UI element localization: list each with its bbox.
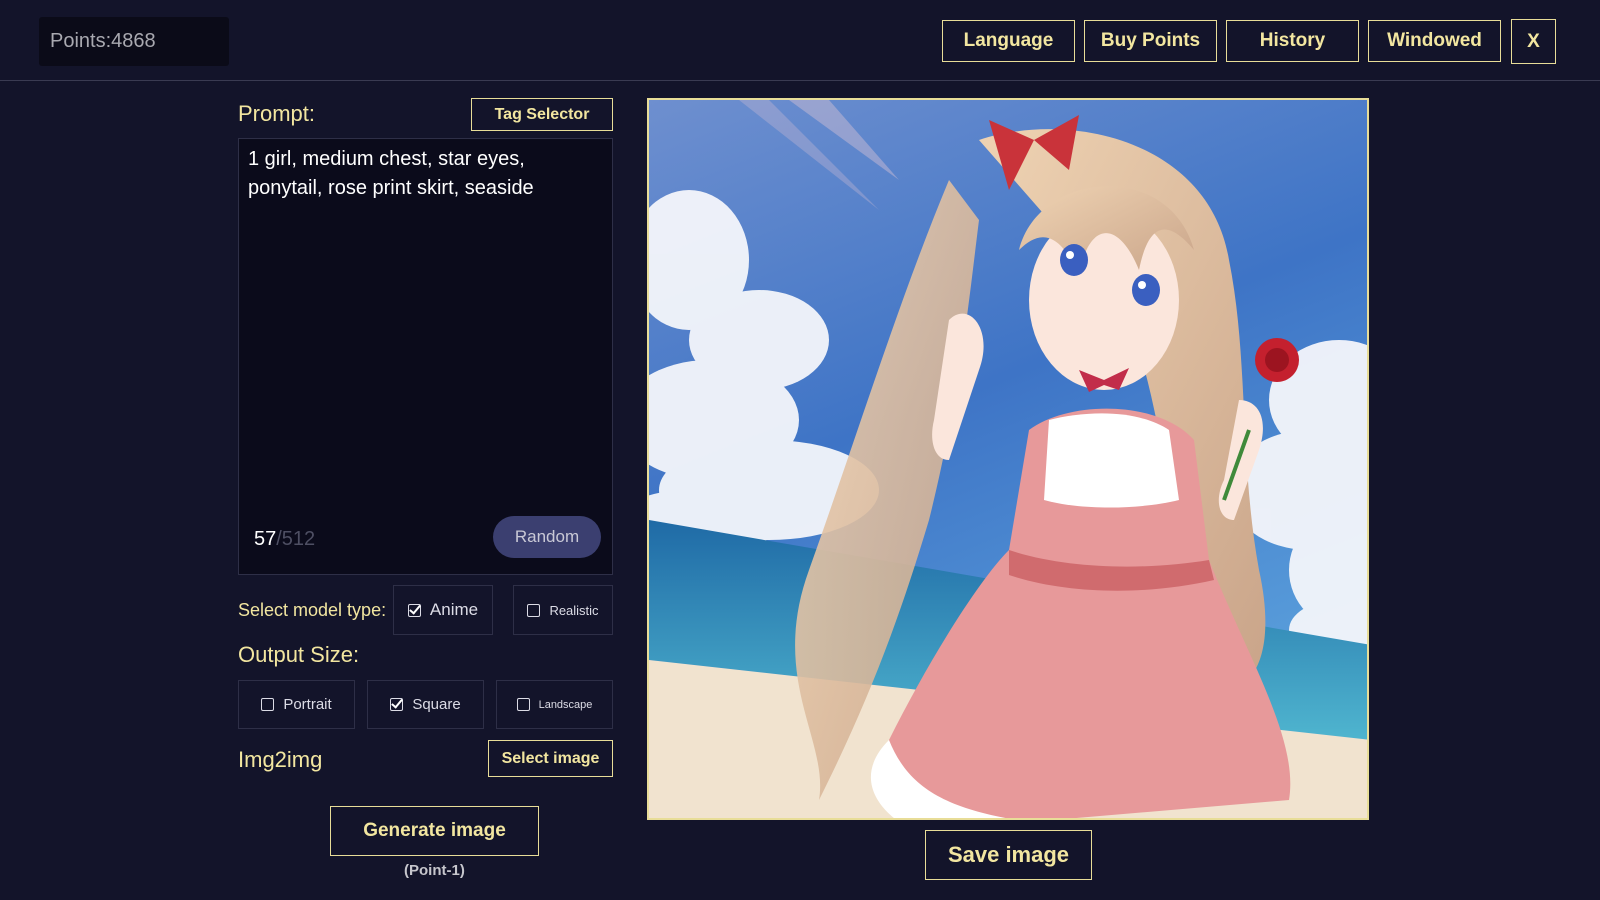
generate-image-button[interactable]: Generate image bbox=[330, 806, 539, 856]
prompt-label: Prompt: bbox=[238, 101, 316, 126]
model-option-realistic[interactable]: Realistic bbox=[513, 585, 613, 635]
size-option-square[interactable]: Square bbox=[367, 680, 484, 729]
random-button[interactable]: Random bbox=[493, 516, 601, 558]
char-count: 57 bbox=[254, 528, 277, 550]
model-type-label: Select model type: bbox=[238, 600, 387, 620]
close-button[interactable]: X bbox=[1511, 19, 1556, 64]
tag-selector-button[interactable]: Tag Selector bbox=[471, 98, 613, 131]
model-option-anime[interactable]: Anime bbox=[393, 585, 493, 635]
generated-image-illustration bbox=[649, 100, 1367, 818]
generated-image bbox=[647, 98, 1369, 820]
checkbox-unchecked-icon bbox=[261, 698, 275, 711]
prompt-text[interactable]: 1 girl, medium chest, star eyes, ponytai… bbox=[248, 145, 598, 203]
size-option-landscape[interactable]: Landscape bbox=[496, 680, 613, 729]
checkbox-checked-icon bbox=[407, 603, 421, 617]
char-counter: 57/512 bbox=[254, 528, 315, 551]
checkbox-unchecked-icon bbox=[516, 698, 530, 711]
generate-cost-note: (Point-1) bbox=[404, 862, 465, 879]
model-option-label: Anime bbox=[429, 600, 479, 619]
char-max: /512 bbox=[276, 528, 316, 550]
model-option-label: Realistic bbox=[549, 602, 599, 618]
checkbox-unchecked-icon bbox=[527, 603, 541, 617]
output-size-label: Output Size: bbox=[238, 642, 360, 667]
save-image-button[interactable]: Save image bbox=[925, 830, 1092, 880]
size-option-label: Square bbox=[412, 696, 461, 713]
buy-points-button[interactable]: Buy Points bbox=[1084, 20, 1217, 62]
img2img-label: Img2img bbox=[238, 747, 323, 772]
language-button[interactable]: Language bbox=[942, 20, 1075, 62]
windowed-button[interactable]: Windowed bbox=[1368, 20, 1501, 62]
points-display: Points:4868 bbox=[39, 17, 229, 66]
size-option-portrait[interactable]: Portrait bbox=[238, 680, 355, 729]
top-bar: Points:4868 Language Buy Points History … bbox=[0, 0, 1600, 81]
history-button[interactable]: History bbox=[1226, 20, 1359, 62]
select-image-button[interactable]: Select image bbox=[488, 740, 613, 777]
checkbox-checked-icon bbox=[390, 698, 404, 711]
prompt-textarea[interactable]: 1 girl, medium chest, star eyes, ponytai… bbox=[238, 138, 613, 575]
size-option-label: Landscape bbox=[538, 698, 593, 711]
size-option-label: Portrait bbox=[283, 696, 332, 713]
